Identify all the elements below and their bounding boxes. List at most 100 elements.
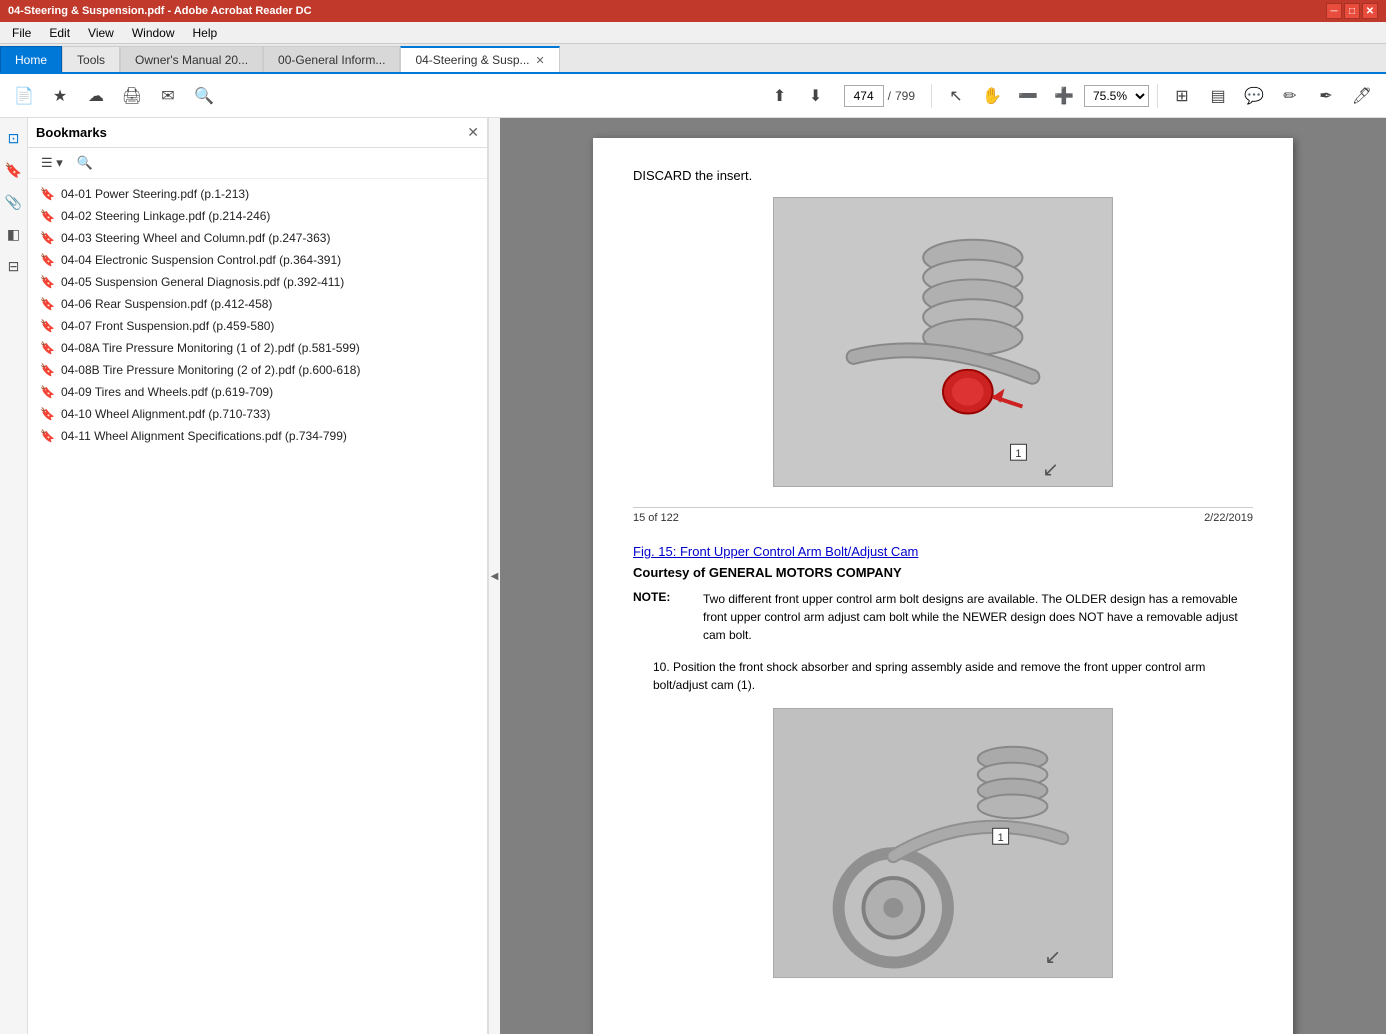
layers-icon[interactable]: ◧ [2,222,26,246]
bookmarks-close-button[interactable]: ✕ [467,124,479,141]
bookmarks-search-button[interactable]: 🔍 [72,152,98,174]
pdf-viewer-area[interactable]: DISCARD the insert. [500,118,1386,1034]
toolbar: 📄 ★ ☁ 🖨 ✉ 🔍 ⬆ ⬇ 474 / 799 ↖ ✋ ➖ ➕ 75.5% … [0,74,1386,118]
sign-button[interactable]: 🖊 [1346,80,1378,112]
bookmark-label: 04-11 Wheel Alignment Specifications.pdf… [61,429,347,443]
bookmarks-header: Bookmarks ✕ [28,118,487,148]
svg-text:1: 1 [1015,448,1021,460]
bookmark-item[interactable]: 🔖 04-08B Tire Pressure Monitoring (2 of … [28,359,487,381]
bookmark-item[interactable]: 🔖 04-10 Wheel Alignment.pdf (p.710-733) [28,403,487,425]
bookmarks-list: 🔖 04-01 Power Steering.pdf (p.1-213) 🔖 0… [28,179,487,1034]
bookmark-label: 04-07 Front Suspension.pdf (p.459-580) [61,319,274,333]
tab-steering[interactable]: 04-Steering & Susp... ✕ [400,46,559,72]
menu-file[interactable]: File [4,24,39,42]
step-10-text: 10. Position the front shock absorber an… [633,658,1253,694]
svg-text:↙: ↙ [1044,946,1061,968]
title-bar-controls: ─ □ ✕ [1326,3,1378,19]
cursor-tool-button[interactable]: ↖ [940,80,972,112]
comment-button[interactable]: 💬 [1238,80,1270,112]
presentation-button[interactable]: ▤ [1202,80,1234,112]
bookmark-label: 04-08B Tire Pressure Monitoring (2 of 2)… [61,363,360,377]
zoom-select[interactable]: 75.5% 50% 100% 125% [1084,85,1149,107]
bookmark-item[interactable]: 🔖 04-09 Tires and Wheels.pdf (p.619-709) [28,381,487,403]
tab-owners-manual[interactable]: Owner's Manual 20... [120,46,263,72]
highlight-button[interactable]: ✏ [1274,80,1306,112]
page-navigation: 474 / 799 [844,85,915,107]
draw-button[interactable]: ✒ [1310,80,1342,112]
menu-edit[interactable]: Edit [41,24,78,42]
bookmark-icon: 🔖 [40,275,55,289]
minimize-button[interactable]: ─ [1326,3,1342,19]
bookmark-item[interactable]: 🔖 04-08A Tire Pressure Monitoring (1 of … [28,337,487,359]
bookmarks-view-button[interactable]: ☰ ▾ [36,152,68,174]
bookmark-item[interactable]: 🔖 04-06 Rear Suspension.pdf (p.412-458) [28,293,487,315]
note-block: NOTE: Two different front upper control … [633,590,1253,644]
bookmarks-toolbar: ☰ ▾ 🔍 [28,148,487,179]
zoom-in-button[interactable]: ➕ [1048,80,1080,112]
menu-window[interactable]: Window [124,24,183,42]
close-button[interactable]: ✕ [1362,3,1378,19]
bookmark-label: 04-01 Power Steering.pdf (p.1-213) [61,187,249,201]
figure-2-container: 1 ↙ [633,708,1253,978]
tab-tools-label: Tools [77,53,105,67]
bookmark-item[interactable]: 🔖 04-03 Steering Wheel and Column.pdf (p… [28,227,487,249]
page-number-input[interactable]: 474 [844,85,884,107]
bookmark-icon: 🔖 [40,385,55,399]
attachments-icon[interactable]: 📎 [2,190,26,214]
scroll-down-button[interactable]: ⬇ [800,80,832,112]
window-title: 04-Steering & Suspension.pdf - Adobe Acr… [8,5,312,17]
tab-general-info[interactable]: 00-General Inform... [263,46,400,72]
side-icons-panel: ⊡ 🔖 📎 ◧ ⊟ [0,118,28,1034]
bookmark-icon: 🔖 [40,297,55,311]
bookmark-item[interactable]: 🔖 04-05 Suspension General Diagnosis.pdf… [28,271,487,293]
zoom-out-button[interactable]: ➖ [1012,80,1044,112]
bookmark-icon: 🔖 [40,319,55,333]
bookmark-label: 04-02 Steering Linkage.pdf (p.214-246) [61,209,270,223]
tab-general-label: 00-General Inform... [278,53,385,67]
menu-view[interactable]: View [80,24,122,42]
bookmark-label: 04-05 Suspension General Diagnosis.pdf (… [61,275,344,289]
tab-tools[interactable]: Tools [62,46,120,72]
print-button[interactable]: 🖨 [116,80,148,112]
page-total: 799 [895,89,915,103]
tab-steering-label: 04-Steering & Susp... [415,53,529,67]
tab-close-icon[interactable]: ✕ [536,54,545,67]
tab-home-label: Home [15,53,47,67]
svg-text:1: 1 [998,832,1004,844]
bookmark-item[interactable]: 🔖 04-11 Wheel Alignment Specifications.p… [28,425,487,447]
tab-home[interactable]: Home [0,46,62,72]
bookmark-icon: 🔖 [40,341,55,355]
bookmark-item[interactable]: 🔖 04-02 Steering Linkage.pdf (p.214-246) [28,205,487,227]
content-icon[interactable]: ⊟ [2,254,26,278]
bookmark-icon: 🔖 [40,253,55,267]
maximize-button[interactable]: □ [1344,3,1360,19]
note-label: NOTE: [633,590,693,644]
hand-tool-button[interactable]: ✋ [976,80,1008,112]
page-indicator: 15 of 122 [633,512,679,524]
scroll-up-button[interactable]: ⬆ [764,80,796,112]
fit-page-button[interactable]: ⊞ [1166,80,1198,112]
upload-button[interactable]: ☁ [80,80,112,112]
note-text: Two different front upper control arm bo… [703,590,1253,644]
bookmark-label: 04-10 Wheel Alignment.pdf (p.710-733) [61,407,270,421]
figure-1-image: 1 ↙ [773,197,1113,487]
bookmark-item[interactable]: 🔖 04-04 Electronic Suspension Control.pd… [28,249,487,271]
bookmark-toolbar-button[interactable]: ★ [44,80,76,112]
email-button[interactable]: ✉ [152,80,184,112]
bookmark-label: 04-03 Steering Wheel and Column.pdf (p.2… [61,231,331,245]
panel-collapse-button[interactable]: ◀ [488,118,500,1034]
page-footer-1: 15 of 122 2/22/2019 [633,507,1253,524]
bookmark-item[interactable]: 🔖 04-01 Power Steering.pdf (p.1-213) [28,183,487,205]
page-thumbnails-icon[interactable]: ⊡ [2,126,26,150]
search-button[interactable]: 🔍 [188,80,220,112]
figure-caption: Fig. 15: Front Upper Control Arm Bolt/Ad… [633,544,1253,559]
new-file-button[interactable]: 📄 [8,80,40,112]
menu-help[interactable]: Help [185,24,226,42]
bookmarks-title: Bookmarks [36,125,459,140]
bookmark-icon: 🔖 [40,231,55,245]
bookmark-item[interactable]: 🔖 04-07 Front Suspension.pdf (p.459-580) [28,315,487,337]
figure-courtesy: Courtesy of GENERAL MOTORS COMPANY [633,565,1253,580]
bookmark-label: 04-06 Rear Suspension.pdf (p.412-458) [61,297,272,311]
bookmarks-icon[interactable]: 🔖 [2,158,26,182]
figure-caption-link[interactable]: Fig. 15: Front Upper Control Arm Bolt/Ad… [633,544,918,559]
